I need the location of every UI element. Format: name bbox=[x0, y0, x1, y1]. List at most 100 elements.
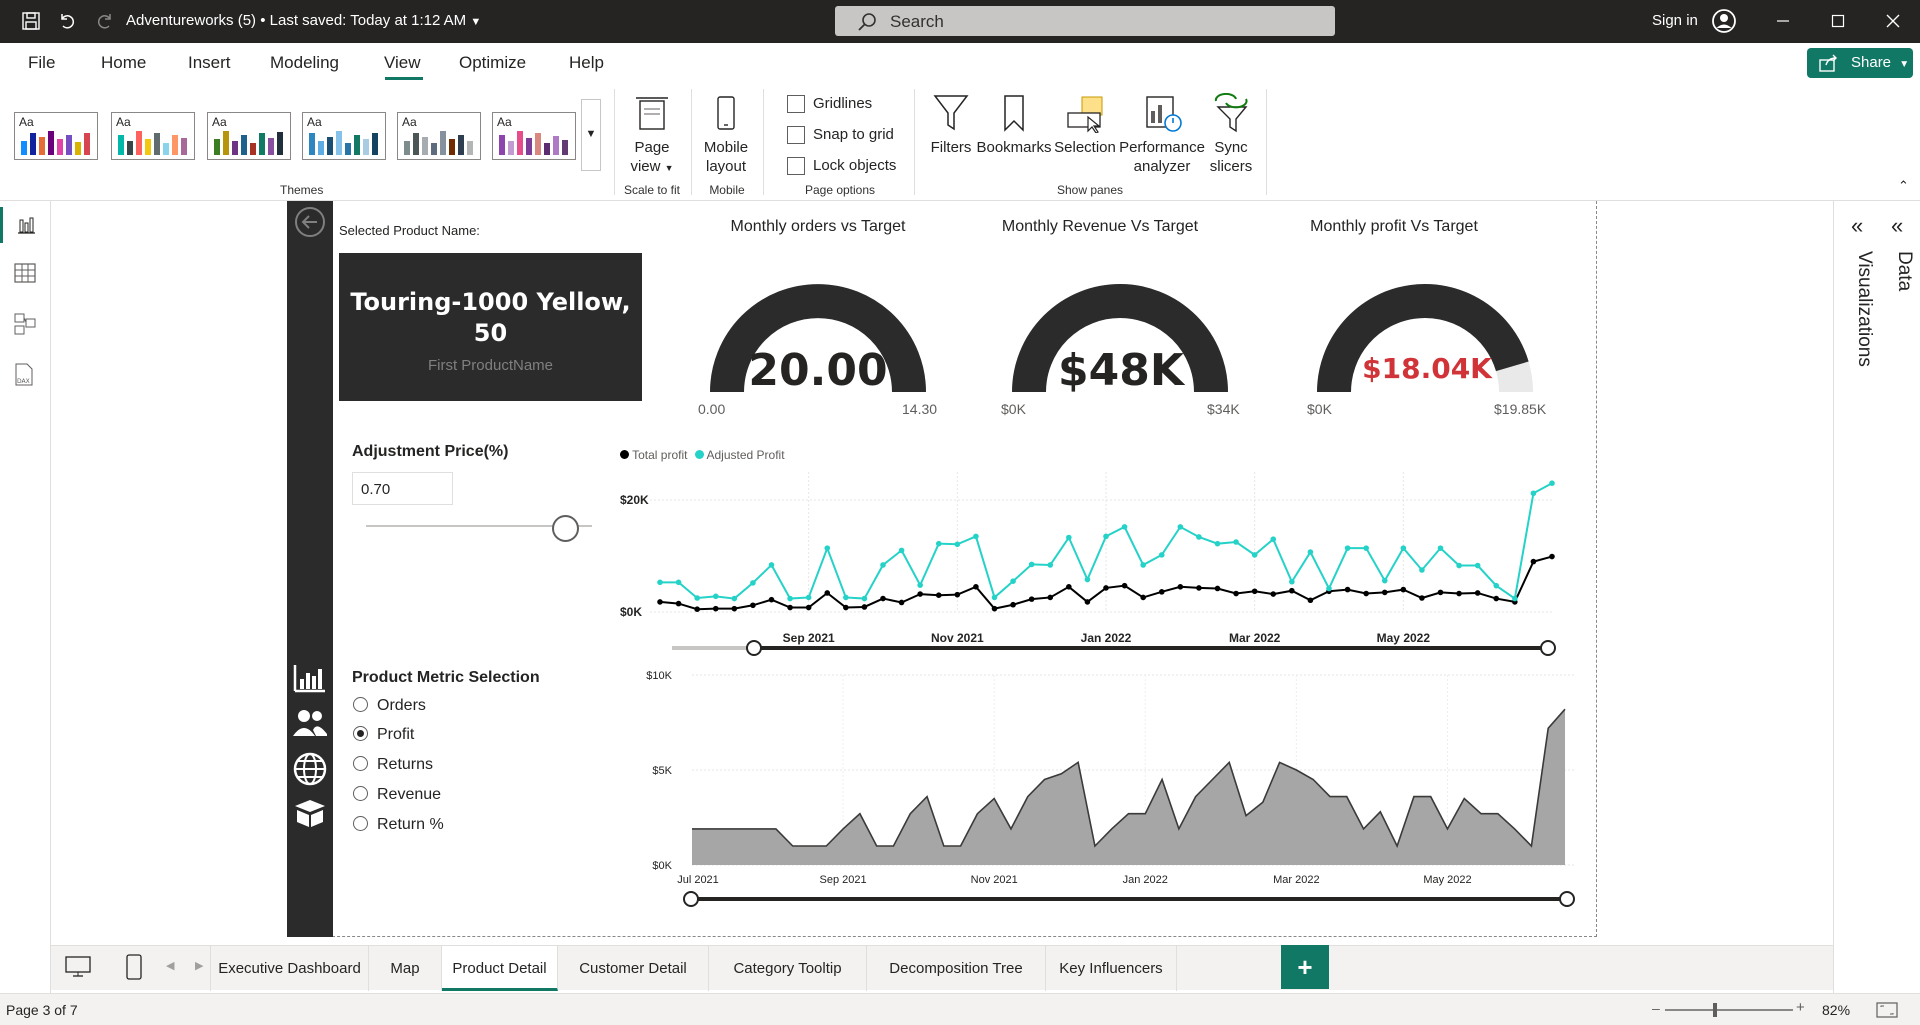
total-profit-point bbox=[824, 590, 831, 596]
adjusted-profit-point bbox=[712, 593, 719, 600]
adjusted-profit-point bbox=[1047, 562, 1054, 568]
adjusted-profit-point bbox=[1158, 552, 1165, 558]
total-profit-point bbox=[935, 592, 942, 598]
metric-option-orders[interactable]: Orders bbox=[353, 697, 426, 715]
total-profit-point bbox=[898, 599, 905, 606]
total-profit-point bbox=[991, 605, 998, 612]
x-tick-label: Jan 2022 bbox=[1123, 874, 1168, 886]
range-handle-start[interactable] bbox=[683, 891, 699, 907]
gauge-profit-value: $18.04K bbox=[1362, 352, 1492, 385]
desktop-layout-icon[interactable] bbox=[65, 956, 91, 983]
y-tick-label: $0K bbox=[620, 605, 642, 619]
total-profit-point bbox=[1493, 595, 1500, 602]
metric-option-profit[interactable]: Profit bbox=[353, 726, 414, 744]
metric-option-revenue[interactable]: Revenue bbox=[353, 786, 441, 804]
page-tabs-bar: ◀ ▶ Executive Dashboard Map Product Deta… bbox=[51, 945, 1833, 991]
tab-customer-detail[interactable]: Customer Detail bbox=[558, 946, 709, 991]
metric-option-label: Revenue bbox=[377, 786, 442, 803]
customers-nav-icon[interactable] bbox=[292, 708, 328, 743]
total-profit-point bbox=[1233, 590, 1239, 597]
total-profit-point bbox=[1400, 586, 1407, 593]
adjusted-profit-point bbox=[1512, 595, 1518, 602]
zoom-level: 82% bbox=[1822, 1002, 1851, 1018]
total-profit-point bbox=[1103, 585, 1109, 591]
x-tick-label: May 2022 bbox=[1423, 874, 1471, 886]
tab-scroll-right-icon[interactable]: ▶ bbox=[195, 959, 203, 972]
total-profit-point bbox=[1177, 584, 1184, 590]
range-handle-end[interactable] bbox=[1559, 891, 1575, 907]
tab-decomposition-tree[interactable]: Decomposition Tree bbox=[867, 946, 1046, 991]
gauge-profit-min: $0K bbox=[1307, 401, 1332, 417]
range-handle-start[interactable] bbox=[746, 640, 762, 656]
profit-line-chart: $0K$20KSep 2021 Nov 2021 Jan 2022 Mar 2022 M… bbox=[620, 472, 1555, 645]
executive-dashboard-nav-icon[interactable] bbox=[293, 663, 327, 698]
adjusted-profit-point bbox=[1363, 545, 1369, 551]
total-profit-point bbox=[1419, 595, 1425, 601]
line-chart-range-slider[interactable] bbox=[670, 640, 1556, 656]
add-page-button[interactable]: + bbox=[1281, 945, 1329, 989]
metric-option-label: Profit bbox=[377, 726, 415, 743]
visualizations-collapse-icon[interactable]: « bbox=[1851, 213, 1863, 239]
tab-map[interactable]: Map bbox=[369, 946, 442, 991]
data-pane-tab[interactable]: Data bbox=[1893, 251, 1915, 291]
tab-executive-dashboard[interactable]: Executive Dashboard bbox=[210, 946, 369, 991]
tab-category-tooltip[interactable]: Category Tooltip bbox=[709, 946, 867, 991]
zoom-in-button[interactable]: + bbox=[1796, 999, 1805, 1016]
adjustment-price-slider[interactable] bbox=[366, 515, 592, 542]
adjusted-profit-point bbox=[1010, 578, 1016, 584]
adjusted-profit-point bbox=[675, 579, 682, 586]
tab-scroll-left-icon[interactable]: ◀ bbox=[166, 959, 174, 972]
adjusted-profit-point bbox=[1549, 480, 1555, 486]
area-chart-range-slider[interactable] bbox=[683, 891, 1576, 907]
gauge-orders-min: 0.00 bbox=[698, 401, 726, 417]
total-profit-point bbox=[694, 606, 700, 612]
total-profit-point bbox=[731, 605, 738, 612]
range-handle-end[interactable] bbox=[1540, 640, 1556, 656]
total-profit-point bbox=[1158, 589, 1165, 595]
total-profit-point bbox=[1270, 591, 1277, 597]
adjusted-profit-point bbox=[898, 547, 905, 554]
legend-marker-adjusted bbox=[694, 450, 704, 459]
total-profit-point bbox=[1214, 585, 1221, 592]
total-profit-point bbox=[973, 584, 979, 590]
metric-area-chart: $10K $5K $0K Jul 2021 Sep 2021 Nov 2021 Jan 20… bbox=[646, 670, 1575, 886]
range-track-inactive bbox=[672, 646, 752, 650]
legend-marker-total bbox=[620, 450, 629, 459]
line-chart-legend: Total profit Adjusted Profit bbox=[620, 448, 785, 462]
radio-circle-selected bbox=[353, 726, 368, 741]
adjustment-price-title: Adjustment Price(%) bbox=[352, 443, 509, 460]
fit-to-page-icon[interactable] bbox=[1876, 1002, 1898, 1023]
legend-adjusted-profit: Adjusted Profit bbox=[706, 448, 785, 462]
gauge-orders-value: 20.00 bbox=[748, 345, 888, 396]
adjusted-profit-point bbox=[1456, 562, 1462, 569]
globe-map-nav-icon[interactable] bbox=[292, 751, 328, 792]
total-profit-point bbox=[1251, 588, 1258, 595]
adjusted-profit-point bbox=[1530, 490, 1537, 497]
product-box-nav-icon[interactable] bbox=[292, 798, 328, 833]
total-profit-point bbox=[1344, 586, 1351, 593]
tab-product-detail[interactable]: Product Detail bbox=[442, 946, 558, 991]
total-profit-point bbox=[1456, 590, 1462, 597]
adjusted-profit-point bbox=[1474, 562, 1481, 569]
data-collapse-icon[interactable]: « bbox=[1891, 213, 1903, 239]
adjusted-profit-point bbox=[1103, 533, 1109, 540]
visualizations-pane-tab[interactable]: Visualizations bbox=[1853, 251, 1875, 367]
tab-key-influencers[interactable]: Key Influencers bbox=[1046, 946, 1177, 991]
metric-option-return-pct[interactable]: Return % bbox=[353, 816, 444, 834]
total-profit-point bbox=[880, 595, 886, 602]
adjusted-profit-point bbox=[843, 594, 849, 601]
slider-thumb[interactable] bbox=[551, 515, 579, 542]
total-profit-point bbox=[1084, 599, 1091, 605]
metric-selection-title: Product Metric Selection bbox=[352, 669, 540, 686]
gauge-revenue-value: $48K bbox=[1058, 345, 1184, 396]
mobile-layout-icon[interactable] bbox=[126, 954, 142, 985]
zoom-thumb[interactable] bbox=[1713, 1003, 1717, 1017]
adjusted-profit-point bbox=[1270, 536, 1277, 542]
adjustment-price-input[interactable]: 0.70 bbox=[352, 472, 453, 505]
gauges-svg bbox=[710, 284, 1533, 393]
zoom-slider[interactable] bbox=[1665, 1003, 1793, 1017]
total-profit-point bbox=[1121, 582, 1128, 589]
metric-option-returns[interactable]: Returns bbox=[353, 756, 433, 774]
legend-total-profit: Total profit bbox=[632, 448, 688, 462]
zoom-out-button[interactable]: – bbox=[1652, 1000, 1660, 1016]
